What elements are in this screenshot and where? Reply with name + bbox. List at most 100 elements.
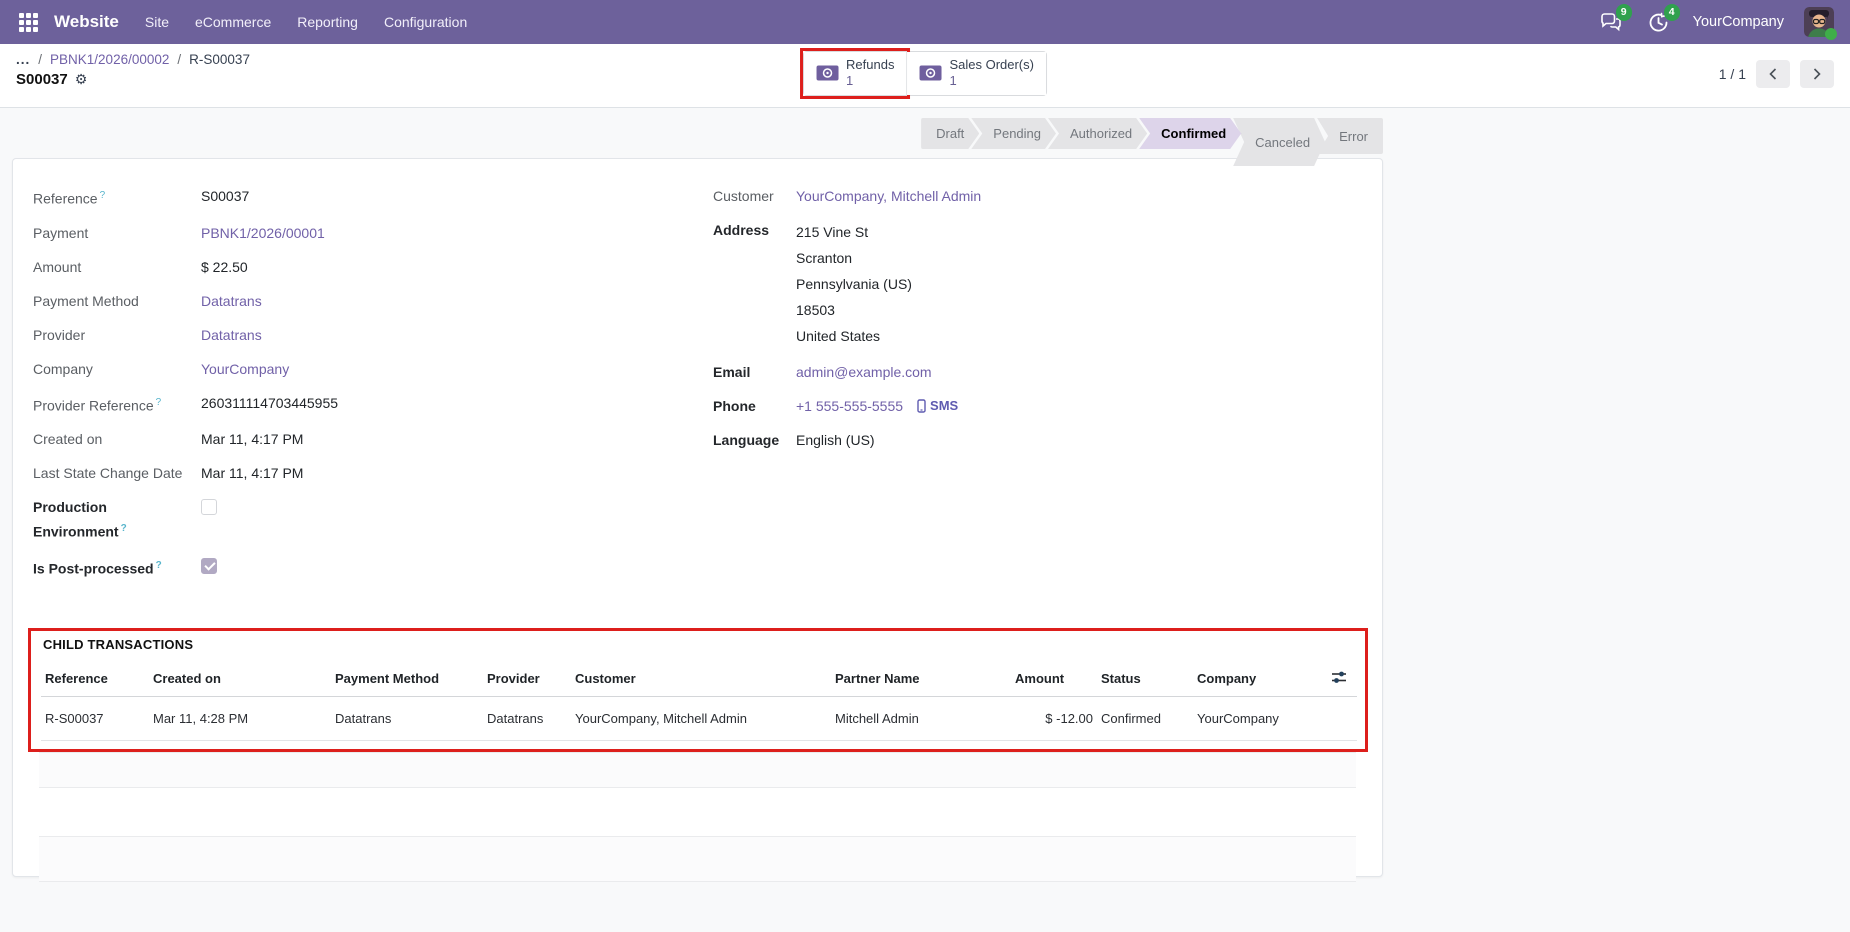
- pager-previous-button[interactable]: [1756, 60, 1790, 88]
- sales-orders-button[interactable]: Sales Order(s) 1: [906, 52, 1046, 95]
- field-label-phone: Phone: [713, 395, 789, 417]
- field-value-last-state-change: Mar 11, 4:17 PM: [201, 462, 303, 484]
- field-label-last-state-change: Last State Change Date: [33, 462, 193, 484]
- address-city: Scranton: [796, 245, 912, 271]
- apps-menu-button[interactable]: [16, 10, 40, 34]
- column-header-status[interactable]: Status: [1097, 662, 1193, 697]
- address-state: Pennsylvania (US): [796, 271, 912, 297]
- table-row[interactable]: R-S00037 Mar 11, 4:28 PM Datatrans Datat…: [41, 696, 1357, 740]
- send-sms-button[interactable]: SMS: [917, 395, 958, 417]
- field-label-language: Language: [713, 429, 789, 451]
- refunds-count: 1: [846, 73, 853, 89]
- page-title: S00037: [16, 71, 68, 88]
- field-label-is-post-processed: Is Post-processed?: [33, 555, 193, 580]
- breadcrumb-current: R-S00037: [189, 52, 250, 67]
- chevron-left-icon: [1768, 67, 1778, 81]
- cell-company: YourCompany: [1193, 696, 1327, 740]
- field-value-phone-link[interactable]: +1 555-555-5555: [796, 395, 903, 417]
- pager-next-button[interactable]: [1800, 60, 1834, 88]
- menu-configuration[interactable]: Configuration: [384, 14, 467, 30]
- field-value-payment-link[interactable]: PBNK1/2026/00001: [201, 222, 325, 244]
- field-label-customer: Customer: [713, 185, 789, 207]
- activities-button[interactable]: 4: [1645, 9, 1673, 35]
- status-step-pending[interactable]: Pending: [971, 118, 1056, 149]
- cell-customer: YourCompany, Mitchell Admin: [571, 696, 831, 740]
- is-post-processed-checkbox[interactable]: [201, 558, 217, 574]
- banknote-icon: [919, 65, 942, 81]
- column-header-created-on[interactable]: Created on: [149, 662, 331, 697]
- pager-counter: 1 / 1: [1719, 66, 1746, 82]
- mobile-phone-icon: [917, 399, 926, 413]
- column-header-customer[interactable]: Customer: [571, 662, 831, 697]
- chevron-right-icon: [1812, 67, 1822, 81]
- status-step-error[interactable]: Error: [1317, 118, 1383, 154]
- messages-badge: 9: [1616, 4, 1632, 21]
- field-label-address: Address: [713, 219, 789, 349]
- field-value-created-on: Mar 11, 4:17 PM: [201, 428, 303, 450]
- sms-label: SMS: [930, 395, 958, 417]
- gear-icon[interactable]: ⚙: [75, 72, 88, 88]
- app-name[interactable]: Website: [54, 12, 119, 32]
- table-header-row: Reference Created on Payment Method Prov…: [41, 662, 1357, 697]
- breadcrumb-parent-link[interactable]: PBNK1/2026/00002: [50, 52, 169, 67]
- column-header-payment-method[interactable]: Payment Method: [331, 662, 483, 697]
- messages-button[interactable]: 9: [1597, 9, 1625, 35]
- online-status-dot: [1825, 28, 1837, 40]
- field-value-company-link[interactable]: YourCompany: [201, 358, 289, 380]
- field-value-provider-link[interactable]: Datatrans: [201, 324, 262, 346]
- empty-row: [39, 752, 1356, 788]
- field-value-language: English (US): [796, 429, 875, 451]
- address-street: 215 Vine St: [796, 219, 912, 245]
- field-label-company: Company: [33, 358, 193, 380]
- breadcrumb-ellipsis[interactable]: ...: [16, 52, 30, 67]
- field-label-payment: Payment: [33, 222, 193, 244]
- user-avatar[interactable]: [1804, 7, 1834, 37]
- status-step-authorized[interactable]: Authorized: [1048, 118, 1147, 149]
- cell-payment-method: Datatrans: [331, 696, 483, 740]
- help-icon: ?: [100, 190, 106, 201]
- cell-status: Confirmed: [1097, 696, 1193, 740]
- field-value-email-link[interactable]: admin@example.com: [796, 361, 932, 383]
- field-value-customer-link[interactable]: YourCompany, Mitchell Admin: [796, 185, 981, 207]
- refunds-label: Refunds: [846, 57, 894, 73]
- banknote-icon: [816, 65, 839, 81]
- field-label-amount: Amount: [33, 256, 193, 278]
- column-header-amount[interactable]: Amount: [1011, 662, 1097, 697]
- help-icon: ?: [156, 560, 162, 571]
- empty-row: [39, 836, 1356, 882]
- sales-orders-count: 1: [949, 73, 956, 89]
- activities-badge: 4: [1664, 4, 1680, 21]
- column-header-company[interactable]: Company: [1193, 662, 1327, 697]
- refunds-button[interactable]: Refunds 1: [804, 52, 906, 95]
- field-label-provider-reference: Provider Reference?: [33, 392, 193, 417]
- status-step-draft[interactable]: Draft: [921, 118, 979, 149]
- sliders-icon: [1331, 670, 1347, 685]
- menu-ecommerce[interactable]: eCommerce: [195, 14, 271, 30]
- status-bar: Draft Pending Authorized Confirmed Cance…: [12, 118, 1383, 149]
- optional-columns-button[interactable]: [1327, 662, 1357, 697]
- column-header-provider[interactable]: Provider: [483, 662, 571, 697]
- sales-orders-label: Sales Order(s): [949, 57, 1034, 73]
- cell-reference: R-S00037: [41, 696, 149, 740]
- column-header-reference[interactable]: Reference: [41, 662, 149, 697]
- column-header-partner-name[interactable]: Partner Name: [831, 662, 1011, 697]
- status-step-canceled[interactable]: Canceled: [1233, 118, 1325, 166]
- apps-grid-icon: [19, 13, 38, 32]
- production-environment-checkbox[interactable]: [201, 499, 217, 515]
- field-value-address: 215 Vine St Scranton Pennsylvania (US) 1…: [796, 219, 912, 349]
- child-transactions-annotation-box: CHILD TRANSACTIONS Reference Created on …: [28, 628, 1368, 752]
- menu-site[interactable]: Site: [145, 14, 169, 30]
- menu-reporting[interactable]: Reporting: [297, 14, 358, 30]
- top-navbar: Website Site eCommerce Reporting Configu…: [0, 0, 1850, 44]
- company-switcher[interactable]: YourCompany: [1693, 14, 1784, 30]
- stat-button-group: Refunds 1 Sales Order(s) 1: [803, 51, 1047, 96]
- form-sheet: Reference? S00037 Payment PBNK1/2026/000…: [12, 158, 1383, 877]
- address-zip: 18503: [796, 297, 912, 323]
- field-value-payment-method-link[interactable]: Datatrans: [201, 290, 262, 312]
- control-panel: ... / PBNK1/2026/00002 / R-S00037 S00037…: [0, 44, 1850, 108]
- breadcrumb-separator: /: [38, 52, 42, 67]
- status-step-confirmed[interactable]: Confirmed: [1139, 118, 1241, 149]
- child-transactions-title: CHILD TRANSACTIONS: [43, 637, 1355, 652]
- empty-list-rows: [13, 752, 1382, 882]
- breadcrumb-separator: /: [177, 52, 181, 67]
